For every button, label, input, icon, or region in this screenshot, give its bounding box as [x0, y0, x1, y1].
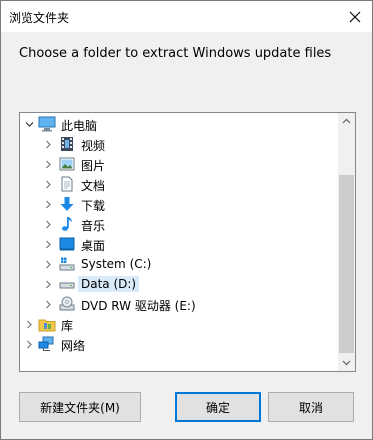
chevron-right-icon[interactable] — [42, 254, 54, 274]
tree-item-desktop[interactable]: 桌面 — [20, 234, 338, 254]
tree-item-label: 此电脑 — [61, 119, 98, 133]
scroll-down-button[interactable] — [338, 354, 355, 371]
tree-item-pictures[interactable]: 图片 — [20, 154, 338, 174]
vertical-scrollbar[interactable] — [338, 113, 355, 371]
tree-item-videos[interactable]: 视频 — [20, 134, 338, 154]
tree-item-music[interactable]: 音乐 — [20, 214, 338, 234]
scrollbar-thumb[interactable] — [339, 175, 354, 353]
tree-item-this-pc[interactable]: 此电脑 — [20, 114, 338, 134]
tree-item-label: 音乐 — [81, 219, 106, 233]
folder-tree[interactable]: 此电脑 视频 图片 文档 下载 音乐 桌面 System (C:) Data (… — [19, 112, 356, 372]
chevron-right-icon[interactable] — [23, 334, 35, 354]
tree-item-label: 视频 — [81, 139, 106, 153]
chevron-up-icon — [342, 118, 351, 124]
new-folder-button[interactable]: 新建文件夹(M) — [19, 392, 141, 422]
tree-item-data-drive[interactable]: Data (D:) — [20, 274, 338, 294]
tree-item-label: 库 — [61, 319, 74, 333]
chevron-right-icon[interactable] — [42, 154, 54, 174]
drive-icon — [58, 275, 76, 293]
chevron-right-icon[interactable] — [42, 134, 54, 154]
tree-item-label: 文档 — [81, 179, 106, 193]
instruction-text: Choose a folder to extract Windows updat… — [19, 46, 332, 61]
system-drive-icon — [58, 255, 76, 273]
document-icon — [58, 175, 76, 193]
download-arrow-icon — [58, 195, 76, 213]
chevron-right-icon[interactable] — [42, 294, 54, 314]
library-icon — [38, 315, 56, 333]
tree-item-documents[interactable]: 文档 — [20, 174, 338, 194]
chevron-right-icon[interactable] — [23, 314, 35, 334]
scroll-up-button[interactable] — [338, 113, 355, 130]
film-icon — [58, 135, 76, 153]
dvd-drive-icon — [58, 295, 76, 313]
monitor-icon — [38, 115, 56, 133]
tree-item-downloads[interactable]: 下载 — [20, 194, 338, 214]
network-icon — [38, 335, 56, 353]
cancel-button[interactable]: 取消 — [268, 392, 354, 422]
close-icon — [349, 11, 361, 22]
tree-item-label: 下载 — [81, 199, 106, 213]
picture-icon — [58, 155, 76, 173]
tree-item-label-selected: Data (D:) — [78, 276, 140, 292]
tree-item-system-drive[interactable]: System (C:) — [20, 254, 338, 274]
tree-item-network[interactable]: 网络 — [20, 334, 338, 354]
music-note-icon — [58, 215, 76, 233]
folder-tree-content: 此电脑 视频 图片 文档 下载 音乐 桌面 System (C:) Data (… — [20, 113, 338, 371]
chevron-right-icon[interactable] — [42, 194, 54, 214]
tree-item-libraries[interactable]: 库 — [20, 314, 338, 334]
tree-item-label: 图片 — [81, 159, 106, 173]
tree-item-label: 桌面 — [81, 239, 106, 253]
chevron-down-icon — [342, 360, 351, 366]
tree-item-dvd-drive[interactable]: DVD RW 驱动器 (E:) — [20, 294, 338, 314]
title-bar: 浏览文件夹 — [1, 1, 372, 32]
tree-item-label: DVD RW 驱动器 (E:) — [81, 299, 196, 313]
tree-item-label: System (C:) — [81, 257, 152, 271]
chevron-right-icon[interactable] — [42, 174, 54, 194]
browse-folder-dialog: 浏览文件夹 Choose a folder to extract Windows… — [0, 0, 373, 440]
tree-item-label: 网络 — [61, 339, 86, 353]
chevron-right-icon[interactable] — [42, 214, 54, 234]
chevron-right-icon[interactable] — [42, 234, 54, 254]
close-button[interactable] — [338, 1, 372, 32]
chevron-right-icon[interactable] — [42, 274, 54, 294]
desktop-icon — [58, 235, 76, 253]
ok-button[interactable]: 确定 — [175, 392, 261, 422]
window-title: 浏览文件夹 — [9, 11, 70, 25]
chevron-down-icon[interactable] — [23, 114, 35, 134]
